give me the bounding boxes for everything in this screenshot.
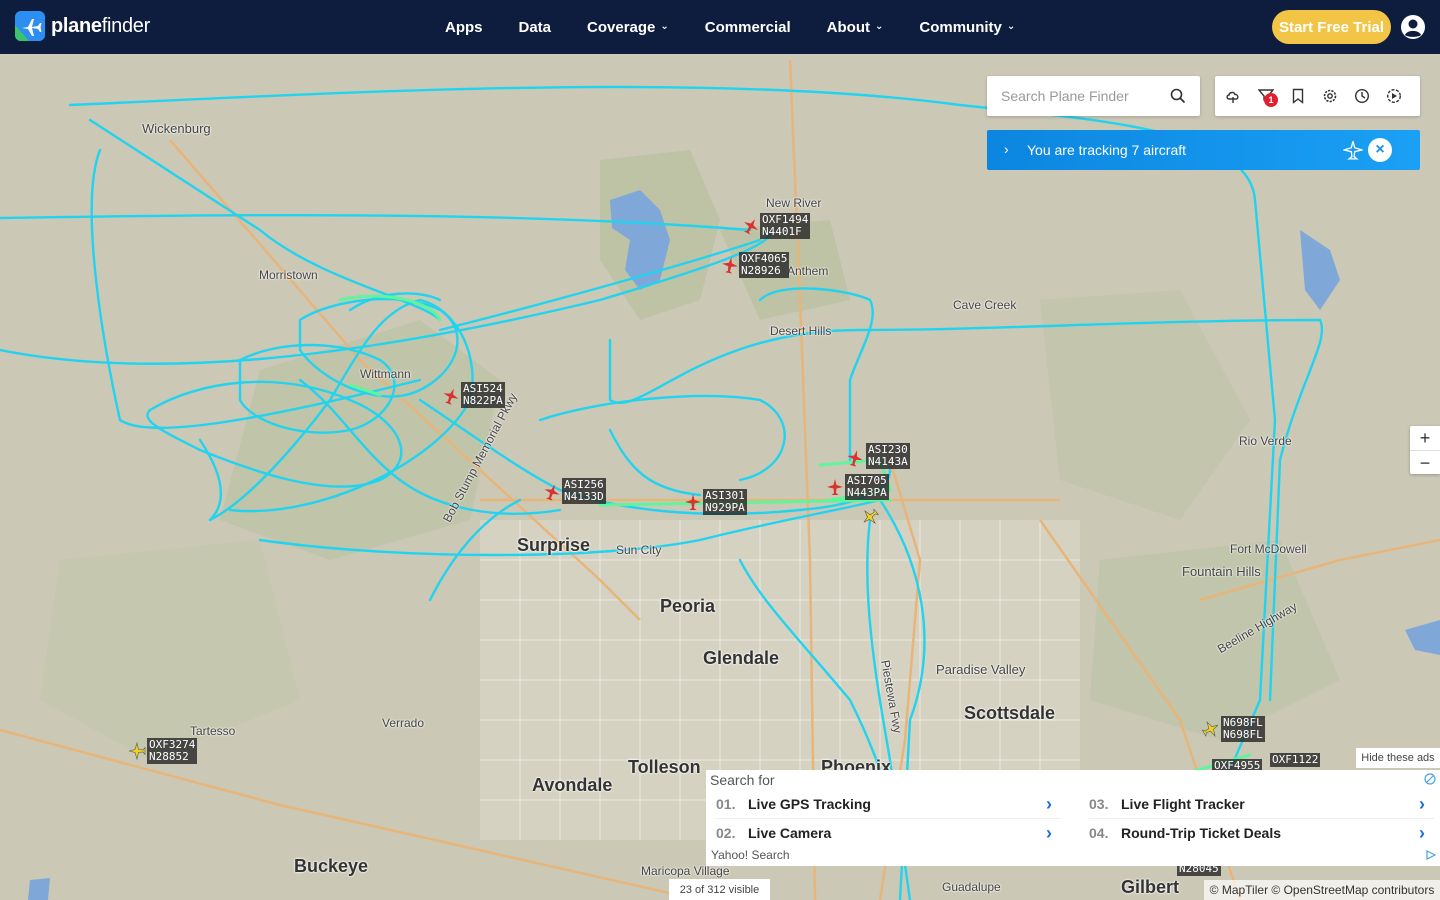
aircraft-label[interactable]: OXF1122 [1270, 753, 1321, 767]
ad-item[interactable]: 01. Live GPS Tracking › [716, 793, 1061, 814]
bookmark-icon[interactable] [1290, 88, 1306, 104]
chevron-down-icon: ⌄ [1006, 20, 1016, 32]
plane-outline-icon [1343, 140, 1363, 160]
place-label: Maricopa Village [641, 864, 730, 878]
nav-commercial[interactable]: Commercial [705, 19, 791, 36]
playback-icon[interactable] [1386, 88, 1402, 104]
nav-about[interactable]: About ⌄ [827, 19, 884, 36]
aircraft-label[interactable]: OXF3274 N28852 [147, 738, 198, 764]
aircraft-icon[interactable] [861, 508, 879, 526]
planefinder-logo[interactable]: planefinder [15, 11, 150, 41]
user-account-icon[interactable] [1400, 14, 1426, 40]
place-label: Rio Verde [1239, 434, 1292, 448]
chevron-down-icon: ⌄ [874, 20, 884, 32]
ad-item[interactable]: 02. Live Camera › [716, 822, 1061, 843]
search-box [987, 76, 1200, 116]
start-free-trial-button[interactable]: Start Free Trial [1272, 10, 1391, 44]
search-input[interactable] [1001, 86, 1161, 106]
tracked-aircraft-icon[interactable] [543, 483, 561, 501]
tracked-aircraft-icon[interactable] [721, 256, 739, 274]
settings-icon[interactable] [1322, 88, 1338, 104]
chevron-right-icon[interactable]: › [1004, 141, 1009, 157]
ad-search-for-label: Search for [710, 772, 775, 788]
adchoices-icon[interactable] [1426, 850, 1436, 860]
ad-item[interactable]: 04. Round-Trip Ticket Deals › [1089, 822, 1434, 843]
aircraft-label[interactable]: OXF4065 N28926 [739, 252, 790, 278]
place-label: Scottsdale [964, 703, 1056, 723]
aircraft-label[interactable]: ASI256 N4133D [562, 478, 606, 504]
place-label: New River [766, 196, 822, 210]
zoom-in-button[interactable]: + [1410, 426, 1440, 450]
chevron-down-icon: ⌄ [660, 20, 669, 32]
aircraft-label[interactable]: N698FL N698FL [1221, 716, 1265, 742]
nav-apps[interactable]: Apps [445, 19, 483, 36]
place-label: Gilbert [1121, 877, 1180, 897]
aircraft-icon[interactable] [128, 742, 146, 760]
aircraft-label[interactable]: OXF1494 N4401F [760, 213, 811, 239]
logo-text: planefinder [51, 14, 150, 37]
place-label: Paradise Valley [936, 662, 1026, 677]
tracking-text: You are tracking 7 aircraft [1027, 142, 1187, 158]
tracked-aircraft-icon[interactable] [442, 387, 460, 405]
zoom-out-button[interactable]: − [1410, 451, 1440, 475]
filter-count-badge: 1 [1264, 93, 1278, 107]
history-icon[interactable] [1354, 88, 1370, 104]
nav-community[interactable]: Community ⌄ [919, 19, 1015, 36]
chevron-right-icon: › [1046, 793, 1052, 814]
aircraft-label[interactable]: ASI230 N4143A [866, 443, 910, 469]
chevron-right-icon: › [1046, 822, 1052, 843]
place-label: Avondale [532, 775, 613, 795]
place-label: Glendale [703, 648, 780, 668]
place-label: Peoria [660, 596, 716, 616]
tracked-aircraft-icon[interactable] [684, 493, 702, 511]
place-label: Buckeye [294, 856, 369, 876]
aircraft-icon[interactable] [1202, 720, 1220, 738]
place-label: Morristown [259, 268, 318, 282]
tracked-aircraft-icon[interactable] [846, 449, 864, 467]
place-label: Verrado [382, 716, 425, 730]
tracking-banner[interactable]: › You are tracking 7 aircraft × [987, 130, 1420, 170]
tracked-aircraft-icon[interactable] [826, 478, 844, 496]
main-nav: Apps Data Coverage ⌄ Commercial About ⌄ Co… [445, 0, 1051, 54]
aircraft-label[interactable]: ASI301 N929PA [703, 489, 747, 515]
ad-panel: Search for 01. Live GPS Tracking › 02. Liv… [706, 770, 1440, 866]
place-label: Anthem [787, 264, 829, 278]
place-label: Desert Hills [770, 324, 832, 338]
nav-coverage[interactable]: Coverage ⌄ [587, 19, 669, 36]
visible-aircraft-count: 23 of 312 visible [669, 879, 770, 900]
zoom-controls: + − [1410, 426, 1440, 474]
logo-plane-icon [15, 11, 45, 41]
ad-info-icon[interactable] [1424, 773, 1436, 785]
aircraft-label[interactable]: ASI705 N443PA [845, 474, 889, 500]
ad-divider [716, 818, 1061, 819]
nav-data[interactable]: Data [519, 19, 552, 36]
place-label: Wickenburg [142, 121, 211, 136]
chevron-right-icon: › [1419, 822, 1425, 843]
close-tracking-button[interactable]: × [1368, 138, 1392, 162]
place-label: Guadalupe [942, 880, 1001, 894]
place-label: Wittmann [360, 367, 411, 381]
place-label: Tolleson [628, 757, 701, 777]
top-navbar: planefinder Apps Data Coverage ⌄ Commerci… [0, 0, 1440, 54]
ad-provider: Yahoo! Search [711, 848, 790, 862]
tracked-aircraft-icon[interactable] [742, 217, 760, 235]
map-toolbar [1215, 76, 1420, 116]
place-label: Surprise [517, 535, 591, 555]
aircraft-label[interactable]: ASI524 N822PA [461, 382, 505, 408]
place-label: Fountain Hills [1182, 564, 1261, 579]
place-label: Sun City [616, 543, 662, 557]
cloud-icon[interactable] [1225, 88, 1241, 104]
hide-ads-button[interactable]: Hide these ads [1356, 748, 1440, 768]
place-label: Cave Creek [953, 298, 1017, 312]
ad-item[interactable]: 03. Live Flight Tracker › [1089, 793, 1434, 814]
map-attribution[interactable]: © MapTiler © OpenStreetMap contributors [1204, 880, 1440, 900]
place-label: Fort McDowell [1230, 542, 1307, 556]
place-label: Tartesso [190, 724, 236, 738]
chevron-right-icon: › [1419, 793, 1425, 814]
search-icon[interactable] [1170, 88, 1186, 104]
ad-divider [1089, 818, 1434, 819]
